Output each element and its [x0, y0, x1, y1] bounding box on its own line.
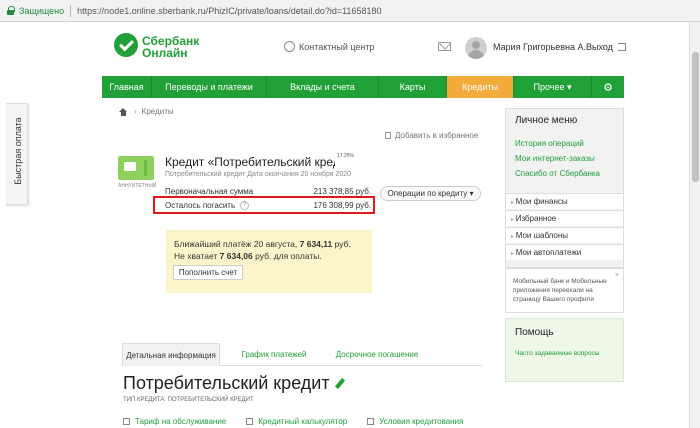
detail-links: Тариф на обслуживание Кредитный калькуля…: [123, 417, 483, 426]
loan-type-line: ТИП КРЕДИТА: ПОТРЕБИТЕЛЬСКИЙ КРЕДИТ: [123, 397, 254, 403]
operations-history-link[interactable]: История операций: [515, 139, 584, 148]
next-payment-amount: 7 634,11: [299, 239, 333, 249]
loan-operations-button[interactable]: Операции по кредиту ▾: [380, 186, 481, 201]
calculator-link[interactable]: Кредитный калькулятор: [246, 417, 347, 426]
divider: [70, 4, 72, 17]
initial-amount-label: Первоначальная сумма: [165, 187, 254, 196]
add-to-favorites-label: Добавить в избранное: [395, 131, 479, 140]
contact-center-link[interactable]: Контактный центр: [284, 41, 375, 52]
logout-button[interactable]: Выход: [586, 42, 626, 52]
terms-link[interactable]: Условия кредитования: [367, 417, 463, 426]
url-text[interactable]: https://node1.online.sberbank.ru/PhizIC/…: [77, 6, 381, 16]
lock-icon: [6, 6, 15, 15]
chevron-right-icon: ›: [134, 107, 137, 116]
logout-icon: [617, 43, 626, 51]
page-scrollbar[interactable]: [689, 22, 700, 428]
user-name[interactable]: Мария Григорьевна А.: [493, 42, 586, 52]
nav-item-main[interactable]: Главная: [102, 76, 152, 98]
loan-title: Кредит «Потребительский кредит»: [165, 155, 335, 169]
mobile-promo-text[interactable]: Мобильный банк и Мобильные приложения пе…: [513, 277, 619, 304]
breadcrumb-item-loans[interactable]: Кредиты: [142, 107, 174, 116]
mail-icon[interactable]: [438, 42, 451, 51]
quick-pay-label: Быстрая оплата: [13, 117, 23, 185]
bookmark-icon: [385, 132, 391, 139]
menu-section-finances[interactable]: Мои финансы: [506, 193, 623, 209]
loan-type-caption: АННУИТЕТНЫЙ: [118, 183, 157, 189]
contact-center-label: Контактный центр: [299, 41, 375, 52]
breadcrumb: › Кредиты: [119, 107, 174, 116]
payment-notice: Ближайший платёж 20 августа, 7 634,11 ру…: [166, 230, 372, 293]
quick-pay-tab[interactable]: Быстрая оплата: [6, 103, 28, 205]
phone-icon: [284, 41, 295, 52]
menu-section-templates[interactable]: Мои шаблоны: [506, 227, 623, 243]
loan-subtitle: Потребительский кредит Дата окончания 20…: [165, 171, 351, 178]
logout-label: Выход: [586, 42, 613, 52]
main-nav: Главная Переводы и платежи Вклады и счет…: [102, 76, 624, 98]
tariff-link[interactable]: Тариф на обслуживание: [123, 417, 226, 426]
personal-menu-title: Личное меню: [515, 115, 578, 126]
nav-item-deposits[interactable]: Вклады и счета: [267, 76, 379, 98]
calculator-icon: [246, 418, 254, 425]
shortfall-amount: 7 634,06: [219, 251, 253, 261]
page-title: Потребительский кредит: [123, 373, 345, 394]
internet-orders-link[interactable]: Мои интернет-заказы: [515, 154, 595, 163]
next-payment-text: Ближайший платёж 20 августа, 7 634,11 ру…: [174, 239, 351, 249]
gear-icon[interactable]: ⚙: [592, 76, 624, 98]
tab-early-repayment[interactable]: Досрочное погашение: [324, 343, 430, 366]
highlight-box: [153, 196, 375, 214]
logo-text-line2[interactable]: Онлайн: [142, 46, 188, 60]
initial-amount-value: 213 378,85 руб.: [313, 187, 371, 196]
edit-icon[interactable]: [334, 378, 345, 389]
browser-address-bar[interactable]: Защищено https://node1.online.sberbank.r…: [0, 0, 700, 22]
help-box: Помощь Часто задаваемые вопросы: [505, 318, 624, 382]
menu-section-favorites[interactable]: Избранное: [506, 210, 623, 226]
help-title: Помощь: [515, 327, 554, 338]
shortfall-text: Не хватает 7 634,06 руб. для оплаты.: [174, 251, 322, 261]
nav-item-loans[interactable]: Кредиты: [447, 76, 514, 98]
avatar[interactable]: [465, 37, 487, 59]
nav-item-other[interactable]: Прочее ▾: [514, 76, 592, 98]
scrollbar-thumb[interactable]: [692, 52, 699, 182]
document-icon: [123, 418, 130, 425]
menu-section-autopayments[interactable]: Мои автоплатежи: [506, 244, 623, 260]
document-icon: [367, 418, 375, 425]
faq-link[interactable]: Часто задаваемые вопросы: [515, 349, 615, 358]
personal-menu: Личное меню История операций Мои интерне…: [505, 108, 624, 268]
add-to-favorites-link[interactable]: Добавить в избранное: [385, 131, 478, 140]
page-title-text: Потребительский кредит: [123, 373, 330, 393]
home-icon[interactable]: [119, 107, 128, 116]
nav-item-cards[interactable]: Карты: [379, 76, 447, 98]
detail-tabs: Детальная информация График платежей Дос…: [122, 343, 482, 366]
top-up-button[interactable]: Пополнить счет: [173, 265, 243, 280]
spasibo-link[interactable]: Спасибо от Сбербанка: [515, 169, 600, 178]
sberbank-logo-icon[interactable]: [114, 33, 138, 57]
loan-rate: 17.25%: [337, 153, 354, 159]
close-icon[interactable]: ×: [615, 272, 619, 279]
loan-card-icon: [118, 156, 154, 180]
tab-details[interactable]: Детальная информация: [122, 343, 220, 366]
mobile-promo: Мобильный банк и Мобильные приложения пе…: [505, 268, 624, 313]
nav-item-transfers[interactable]: Переводы и платежи: [152, 76, 267, 98]
tab-payment-schedule[interactable]: График платежей: [230, 343, 318, 366]
secure-label: Защищено: [19, 5, 65, 16]
